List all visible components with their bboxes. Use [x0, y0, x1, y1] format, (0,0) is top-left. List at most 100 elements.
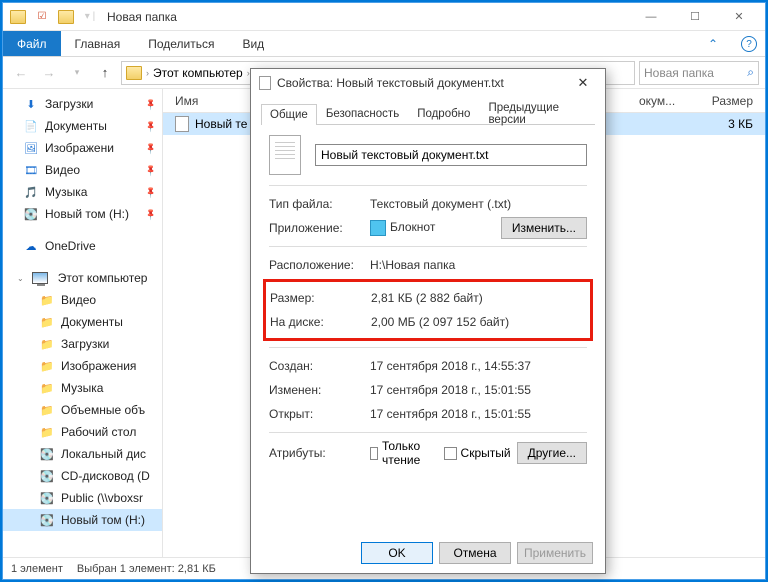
value-size: 2,81 КБ (2 882 байт) [371, 291, 586, 305]
value-modified: 17 сентября 2018 г., 15:01:55 [370, 383, 587, 397]
hidden-label: Скрытый [461, 446, 511, 460]
qat-separator: ▾ | [79, 6, 101, 28]
tab-previous[interactable]: Предыдущие версии [479, 103, 595, 124]
dialog-close-button[interactable]: ✕ [569, 69, 597, 97]
nav-recent-dropdown[interactable]: ▾ [65, 61, 89, 85]
status-count: 1 элемент [11, 563, 63, 575]
label-created: Создан: [269, 359, 364, 373]
ribbon-tab-share[interactable]: Поделиться [134, 31, 228, 56]
nav-quick-item[interactable]: 💽 Новый том (H:) [3, 203, 162, 225]
file-icon [259, 76, 271, 90]
nav-label: Локальный дис [61, 447, 146, 461]
nav-quick-item[interactable]: 🎵Музыка [3, 181, 162, 203]
value-app: Блокнот [370, 220, 495, 236]
qat-dropdown-icon[interactable] [55, 6, 77, 28]
nav-onedrive[interactable]: ☁OneDrive [3, 235, 162, 257]
nav-up-button[interactable]: ↑ [93, 61, 117, 85]
nav-label: Новый том (H:) [45, 207, 129, 221]
tab-content-general: Тип файла: Текстовый документ (.txt) При… [261, 125, 595, 533]
nav-label: CD-дисковод (D [61, 469, 150, 483]
nav-label: Музыка [61, 381, 103, 395]
apply-button[interactable]: Применить [517, 542, 593, 564]
nav-thispc[interactable]: ⌄Этот компьютер [3, 267, 162, 289]
nav-label: Музыка [45, 185, 87, 199]
nav-quick-item[interactable]: 🎞Видео [3, 159, 162, 181]
breadcrumb-root[interactable]: Этот компьютер [153, 66, 243, 80]
folder-icon: 📁 [39, 380, 55, 396]
chevron-right-icon: › [146, 68, 149, 78]
hidden-checkbox[interactable]: Скрытый [444, 446, 511, 460]
nav-thispc-item[interactable]: 📁Объемные объ [3, 399, 162, 421]
ribbon-tab-home[interactable]: Главная [61, 31, 135, 56]
nav-thispc-item[interactable]: 💽Public (\\vboxsr [3, 487, 162, 509]
label-size: Размер: [270, 291, 365, 305]
tab-security[interactable]: Безопасность [317, 103, 408, 124]
nav-label: Новый том (H:) [61, 513, 145, 527]
navigation-pane: ⬇Загрузки📄Документы 🖼 Изображени 🎞Видео🎵Муз… [3, 89, 163, 557]
nav-forward-button[interactable]: → [37, 61, 61, 85]
filename-input[interactable] [315, 144, 587, 166]
value-type: Текстовый документ (.txt) [370, 197, 587, 211]
quick-access-toolbar: ☑ ▾ | [7, 6, 101, 28]
folder-icon [126, 66, 142, 80]
qat-checkbox-icon[interactable]: ☑ [31, 6, 53, 28]
label-accessed: Открыт: [269, 407, 364, 421]
minimize-button[interactable]: — [629, 3, 673, 31]
nav-thispc-item[interactable]: 💽 Локальный дис [3, 443, 162, 465]
nav-thispc-item[interactable]: 📁Видео [3, 289, 162, 311]
window-title: Новая папка [107, 10, 629, 24]
nav-thispc-item[interactable]: 📁Документы [3, 311, 162, 333]
dialog-body: Общие Безопасность Подробно Предыдущие в… [251, 97, 605, 533]
nav-thispc-item[interactable]: 📁 Загрузки [3, 333, 162, 355]
readonly-label: Только чтение [382, 439, 426, 467]
nav-thispc-item[interactable]: 💽 Новый том (H:) [3, 509, 162, 531]
ribbon-tab-file[interactable]: Файл [3, 31, 61, 56]
cancel-button[interactable]: Отмена [439, 542, 511, 564]
ribbon: Файл Главная Поделиться Вид ⌃ ? [3, 31, 765, 57]
folder-icon [7, 6, 29, 28]
label-app: Приложение: [269, 221, 364, 235]
window-controls: — ☐ ✕ [629, 3, 761, 31]
label-attributes: Атрибуты: [269, 446, 364, 460]
ribbon-collapse-icon[interactable]: ⌃ [693, 31, 733, 56]
drive-icon: 💽 [23, 206, 39, 222]
folder-icon: 📁 [39, 336, 55, 352]
folder-icon: 📁 [39, 292, 55, 308]
nav-thispc-item[interactable]: 📁Рабочий стол [3, 421, 162, 443]
nav-thispc-item[interactable]: 📁 Музыка [3, 377, 162, 399]
nav-label: Загрузки [61, 337, 109, 351]
nav-quick-item[interactable]: 🖼 Изображени [3, 137, 162, 159]
pic-icon: 🖼 [23, 140, 39, 156]
nav-label: Видео [45, 163, 80, 177]
nav-back-button[interactable]: ← [9, 61, 33, 85]
nav-quick-item[interactable]: 📄Документы [3, 115, 162, 137]
readonly-checkbox[interactable]: Только чтение [370, 439, 426, 467]
file-name: Новый те [195, 117, 247, 131]
dialog-titlebar: Свойства: Новый текстовый документ.txt ✕ [251, 69, 605, 97]
ribbon-tab-view[interactable]: Вид [228, 31, 278, 56]
folder-icon: 💽 [39, 512, 55, 528]
nav-thispc-item[interactable]: 📁Изображения [3, 355, 162, 377]
nav-label: Этот компьютер [58, 271, 148, 285]
nav-quick-item[interactable]: ⬇Загрузки [3, 93, 162, 115]
highlighted-size-box: Размер: 2,81 КБ (2 882 байт) На диске: 2… [263, 279, 593, 341]
change-app-button[interactable]: Изменить... [501, 217, 587, 239]
other-attributes-button[interactable]: Другие... [517, 442, 587, 464]
ok-button[interactable]: OK [361, 542, 433, 564]
folder-icon: 💽 [39, 446, 55, 462]
nav-thispc-item[interactable]: 💽CD-дисковод (D [3, 465, 162, 487]
maximize-button[interactable]: ☐ [673, 3, 717, 31]
nav-label: Изображени [45, 141, 114, 155]
nav-label: Загрузки [45, 97, 93, 111]
file-large-icon [269, 135, 301, 175]
ribbon-help-icon[interactable]: ? [741, 36, 757, 52]
value-created: 17 сентября 2018 г., 14:55:37 [370, 359, 587, 373]
tab-general[interactable]: Общие [261, 104, 317, 125]
column-ext[interactable]: окум... [633, 94, 693, 108]
search-box[interactable]: Новая папка ⌕ [639, 61, 759, 85]
file-size: 3 КБ [693, 117, 765, 131]
tab-details[interactable]: Подробно [408, 103, 479, 124]
column-size[interactable]: Размер [693, 94, 765, 108]
titlebar: ☑ ▾ | Новая папка — ☐ ✕ [3, 3, 765, 31]
close-button[interactable]: ✕ [717, 3, 761, 31]
